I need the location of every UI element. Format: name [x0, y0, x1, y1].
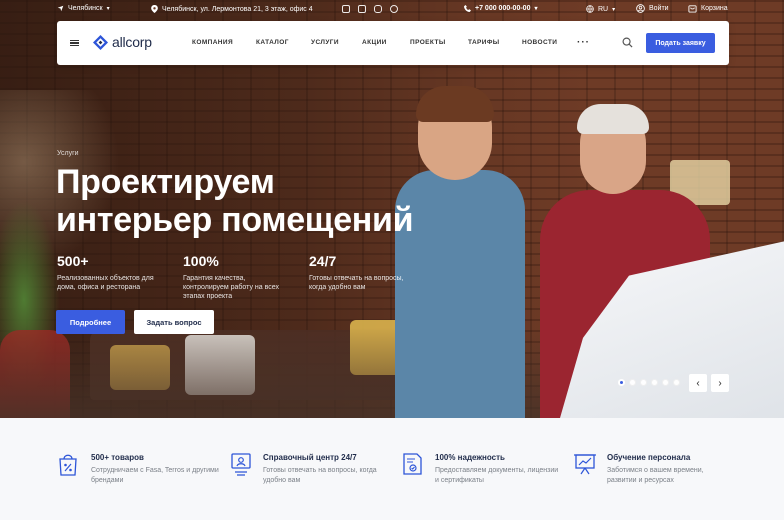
feature-title: Справочный центр 24/7: [263, 453, 357, 462]
nav-item-promos[interactable]: АКЦИИ: [362, 39, 387, 46]
language-label: RU: [598, 5, 609, 13]
nav-item-news[interactable]: НОВОСТИ: [522, 39, 557, 46]
phone-number: +7 000 000-00-00: [475, 5, 531, 12]
phone-icon: [464, 5, 471, 12]
user-icon: [636, 4, 645, 13]
stat-desc: Готовы отвечать на вопросы, когда удобно…: [309, 275, 404, 291]
person-old-hair: [577, 104, 649, 134]
main-header: allcorp КОМПАНИЯ КАТАЛОГ УСЛУГИ АКЦИИ ПР…: [57, 21, 729, 65]
features-strip: 500+ товаров Сотрудничаем с Fasa, Terros…: [0, 418, 784, 520]
slider-dot[interactable]: [629, 379, 636, 386]
slider-pagination: [618, 379, 680, 386]
feature-desc: Сотрудничаем с Fasa, Terros и другими бр…: [91, 467, 219, 484]
stat-item: 100% Гарантия качества, контролируем раб…: [183, 253, 293, 301]
certificate-icon: [403, 453, 422, 475]
feature-title: 500+ товаров: [91, 453, 144, 462]
feature-title: Обучение персонала: [607, 453, 691, 462]
logo[interactable]: allcorp: [93, 34, 152, 50]
logo-diamond-icon: [93, 34, 108, 50]
hero-title: Проектируем интерьер помещений: [56, 163, 414, 239]
instagram-icon[interactable]: [374, 5, 382, 13]
ask-question-button[interactable]: Задать вопрос: [134, 310, 214, 334]
address: Челябинск, ул. Лермонтова 21, 3 этаж, оф…: [151, 5, 313, 13]
stat-number: 500+: [57, 253, 89, 269]
more-icon[interactable]: ···: [577, 37, 590, 48]
topbar: Челябинск ▾ Челябинск, ул. Лермонтова 21…: [0, 0, 784, 20]
presentation-icon: [574, 454, 596, 475]
map-pin-icon: [151, 5, 158, 13]
feature-desc: Предоставляем документы, лицензии и серт…: [435, 467, 559, 484]
address-text: Челябинск, ул. Лермонтова 21, 3 этаж, оф…: [162, 5, 313, 13]
stat-desc: Гарантия качества, контролируем работу н…: [183, 275, 279, 300]
feature-desc: Готовы отвечать на вопросы, когда удобно…: [263, 467, 377, 484]
slider-dot[interactable]: [651, 379, 658, 386]
nav-item-tariffs[interactable]: ТАРИФЫ: [468, 39, 500, 46]
social-links: [342, 5, 398, 13]
telegram-icon[interactable]: [390, 5, 398, 13]
more-details-button[interactable]: Подробнее: [56, 310, 125, 334]
person-young-hair: [416, 86, 494, 122]
menu-burger-icon[interactable]: [70, 40, 79, 46]
nav-item-services[interactable]: УСЛУГИ: [311, 39, 339, 46]
login-link[interactable]: Войти: [636, 4, 669, 13]
slider-dot[interactable]: [640, 379, 647, 386]
chevron-down-icon: ▾: [534, 6, 538, 12]
search-icon[interactable]: [622, 37, 633, 48]
location-arrow-icon: [57, 5, 64, 12]
nav-item-catalog[interactable]: КАТАЛОГ: [256, 39, 289, 46]
nav-item-company[interactable]: КОМПАНИЯ: [192, 39, 233, 46]
chevron-down-icon: ▾: [612, 6, 616, 13]
percent-bag-icon: [59, 454, 77, 476]
slider-prev-button[interactable]: ‹: [689, 374, 707, 392]
breadcrumb[interactable]: Услуги: [57, 150, 79, 157]
globe-icon: [586, 5, 594, 13]
cart-label: Корзина: [701, 5, 728, 12]
logo-text: allcorp: [112, 34, 152, 50]
submit-request-button[interactable]: Подать заявку: [646, 33, 715, 53]
slider-dot[interactable]: [662, 379, 669, 386]
login-label: Войти: [649, 5, 669, 12]
stat-desc: Реализованных объектов для дома, офиса и…: [57, 275, 154, 291]
cart-icon: [688, 5, 697, 13]
support-center-icon: [231, 453, 251, 476]
chevron-down-icon: ▾: [106, 6, 110, 12]
slider-dot[interactable]: [673, 379, 680, 386]
stat-number: 24/7: [309, 253, 337, 269]
stat-item: 24/7 Готовы отвечать на вопросы, когда у…: [309, 253, 409, 292]
phone-selector[interactable]: +7 000 000-00-00 ▾: [464, 5, 537, 12]
feature-title: 100% надежность: [435, 453, 505, 462]
cart-link[interactable]: Корзина: [688, 4, 728, 13]
feature-desc: Заботимся о вашем времени, развитии и ре…: [607, 467, 704, 484]
city-selector[interactable]: Челябинск ▾: [57, 5, 110, 12]
vk-icon[interactable]: [342, 5, 350, 13]
nav-item-projects[interactable]: ПРОЕКТЫ: [410, 39, 446, 46]
city-label: Челябинск: [68, 5, 103, 12]
stat-item: 500+ Реализованных объектов для дома, оф…: [57, 253, 167, 292]
slider-dot[interactable]: [618, 379, 625, 386]
slider-next-button[interactable]: ›: [711, 374, 729, 392]
stat-number: 100%: [183, 253, 219, 269]
language-selector[interactable]: RU ▾: [586, 5, 615, 13]
facebook-icon[interactable]: [358, 5, 366, 13]
